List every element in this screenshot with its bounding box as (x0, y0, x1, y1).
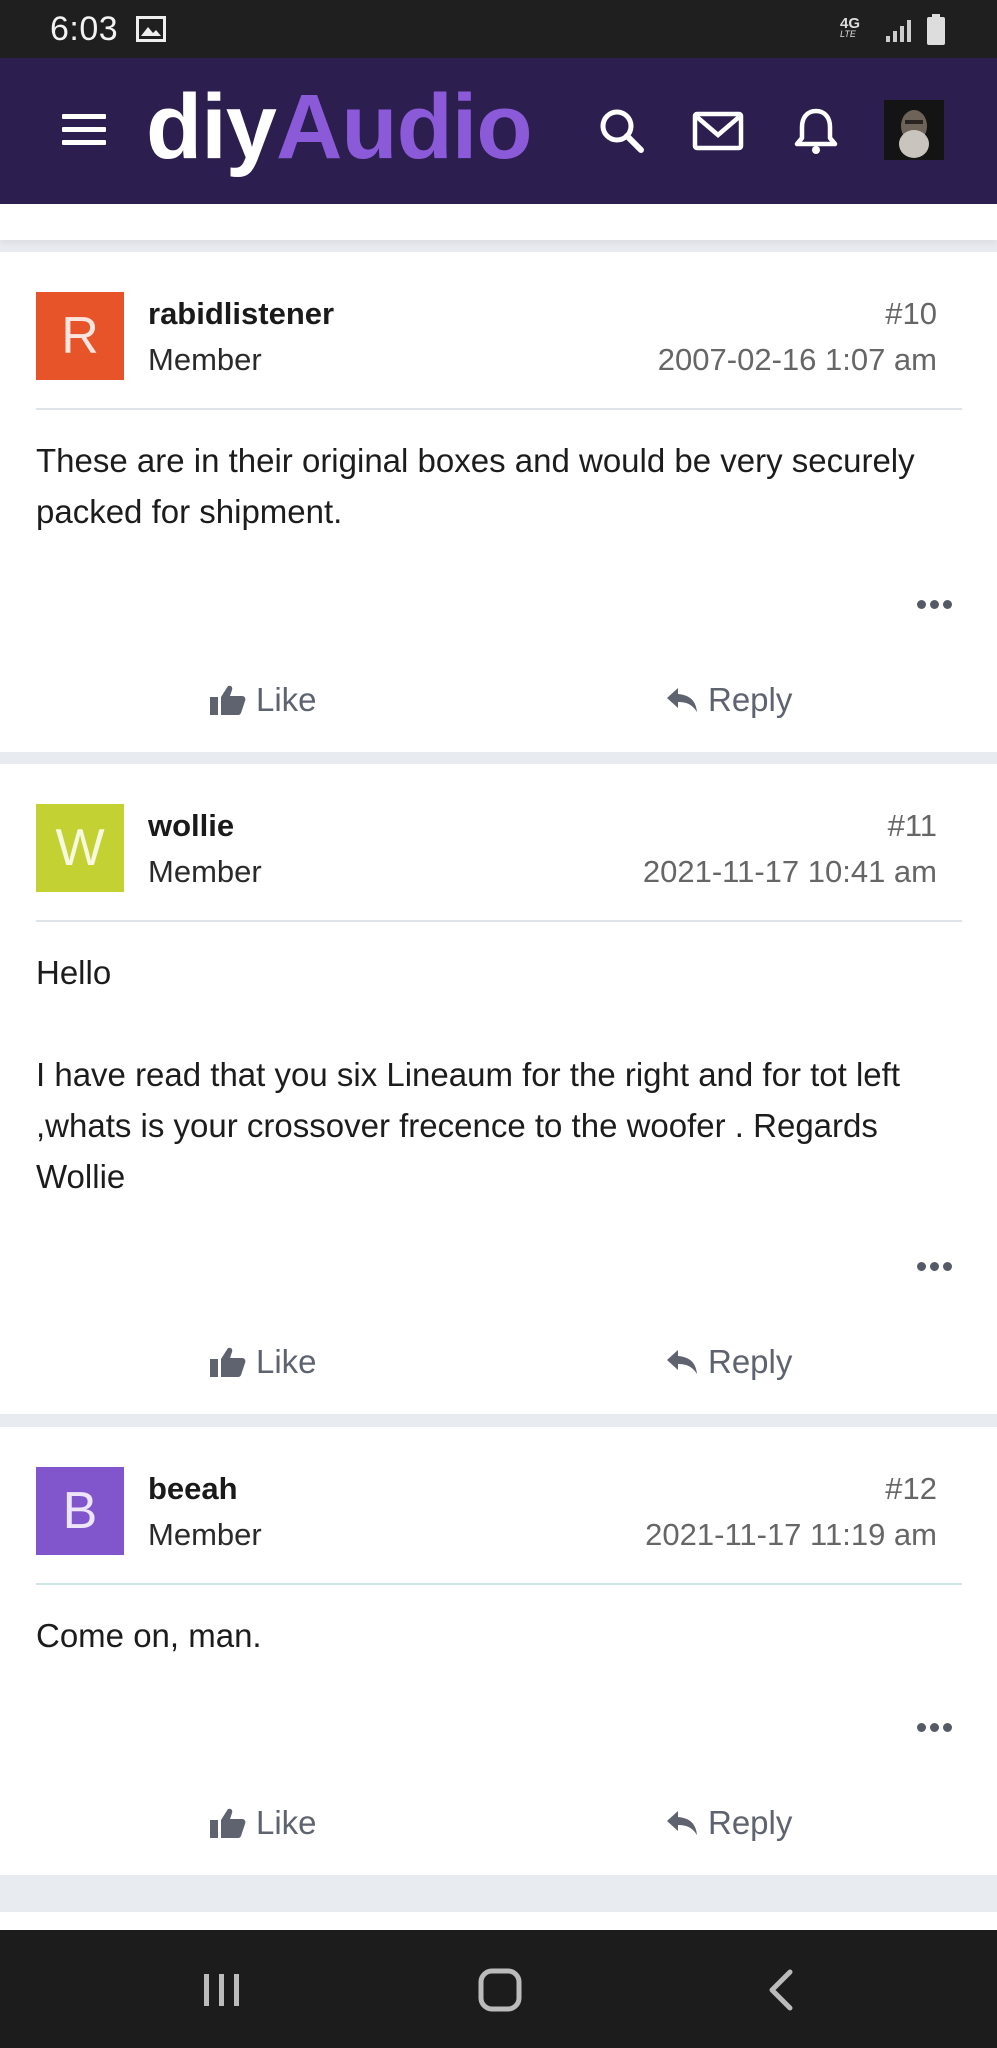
like-button[interactable]: Like (210, 1798, 317, 1848)
post-divider (36, 408, 962, 410)
author-avatar[interactable]: B (36, 1467, 124, 1555)
post-paragraph: Come on, man. (36, 1617, 262, 1654)
reply-button[interactable]: Reply (666, 1798, 792, 1848)
post-date[interactable]: 2021-11-17 11:19 am (645, 1517, 937, 1553)
network-indicator: 4G LTE (840, 16, 860, 40)
thumbs-up-icon (210, 1808, 246, 1838)
more-options-icon[interactable] (917, 1719, 961, 1733)
reply-label: Reply (708, 681, 793, 718)
thumbs-up-icon (210, 1347, 246, 1377)
post-11: W wollie Member #11 2021-11-17 10:41 am … (0, 764, 997, 1414)
bell-icon[interactable] (790, 105, 842, 157)
recents-icon[interactable] (192, 1960, 252, 2020)
reply-label: Reply (708, 1343, 793, 1380)
reply-button[interactable]: Reply (666, 675, 792, 725)
search-icon[interactable] (596, 105, 648, 157)
author-avatar[interactable]: R (36, 292, 124, 380)
like-label: Like (256, 681, 317, 718)
status-time: 6:03 (50, 10, 119, 48)
post-body: Hello I have read that you six Lineaum f… (36, 947, 956, 1202)
like-button[interactable]: Like (210, 675, 317, 725)
author-role: Member (148, 854, 262, 889)
post-date[interactable]: 2021-11-17 10:41 am (643, 854, 937, 890)
post-12: B beeah Member #12 2021-11-17 11:19 am C… (0, 1427, 997, 1875)
author-avatar[interactable]: W (36, 804, 124, 892)
reply-arrow-icon (667, 1350, 697, 1374)
post-number[interactable]: #11 (888, 808, 937, 844)
hamburger-menu-icon[interactable] (62, 114, 106, 148)
post-number[interactable]: #10 (885, 296, 937, 332)
reply-arrow-icon (667, 1811, 697, 1835)
gallery-notification-icon (136, 16, 166, 42)
post-body: Come on, man. (36, 1610, 956, 1661)
reply-arrow-icon (667, 688, 697, 712)
next-post-partial (0, 1912, 997, 1930)
post-paragraph: I have read that you six Lineaum for the… (36, 1056, 900, 1195)
user-avatar[interactable] (884, 100, 944, 160)
author-username[interactable]: wollie (148, 808, 234, 844)
reply-label: Reply (708, 1804, 793, 1841)
like-button[interactable]: Like (210, 1337, 317, 1387)
logo-diy: diy (146, 76, 277, 178)
post-body: These are in their original boxes and wo… (36, 435, 956, 537)
system-nav-bar (0, 1930, 997, 2048)
home-icon[interactable] (470, 1960, 530, 2020)
post-10: R rabidlistener Member #10 2007-02-16 1:… (0, 252, 997, 752)
previous-post-partial (0, 204, 997, 240)
battery-icon (927, 14, 945, 45)
mail-icon[interactable] (692, 105, 744, 157)
post-divider (36, 920, 962, 922)
thumbs-up-icon (210, 685, 246, 715)
author-role: Member (148, 1517, 262, 1552)
logo-audio: Audio (275, 76, 533, 178)
back-icon[interactable] (752, 1960, 812, 2020)
post-divider (36, 1583, 962, 1585)
like-label: Like (256, 1804, 317, 1841)
like-label: Like (256, 1343, 317, 1380)
app-header: diyAudio (0, 58, 997, 204)
signal-icon (886, 20, 911, 42)
author-username[interactable]: rabidlistener (148, 296, 334, 332)
more-options-icon[interactable] (917, 1258, 961, 1272)
more-options-icon[interactable] (917, 596, 961, 610)
author-username[interactable]: beeah (148, 1471, 238, 1507)
site-logo[interactable]: diyAudio (146, 72, 533, 182)
post-paragraph: These are in their original boxes and wo… (36, 442, 915, 530)
post-date[interactable]: 2007-02-16 1:07 am (658, 342, 937, 378)
post-number[interactable]: #12 (885, 1471, 937, 1507)
author-role: Member (148, 342, 262, 377)
avatar-portrait (884, 100, 944, 160)
status-bar: 6:03 4G LTE (0, 0, 997, 58)
reply-button[interactable]: Reply (666, 1337, 792, 1387)
post-paragraph: Hello (36, 954, 112, 991)
